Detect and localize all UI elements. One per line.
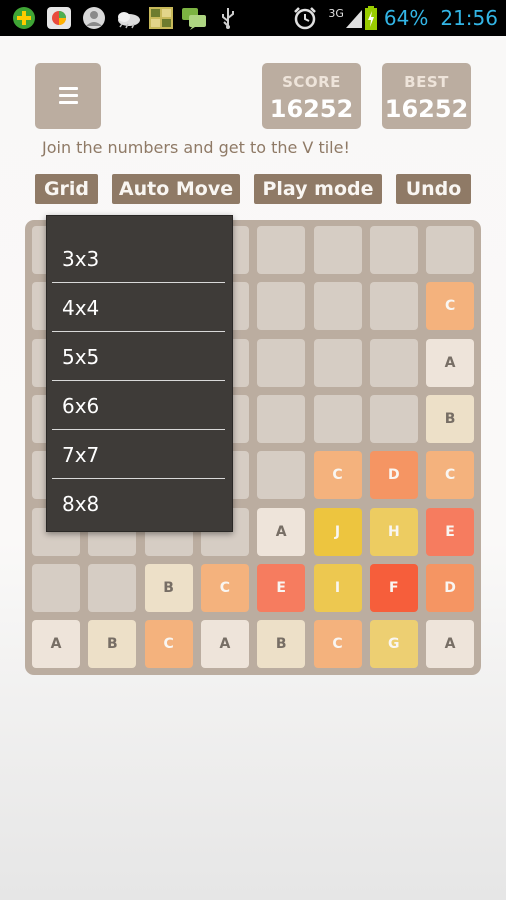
tile-i: I bbox=[313, 563, 362, 612]
empty-cell bbox=[369, 226, 418, 274]
best-box: BEST 16252 bbox=[382, 63, 471, 129]
contacts-icon bbox=[83, 7, 105, 29]
network-type: 3G bbox=[328, 6, 344, 20]
gallery-icon bbox=[149, 7, 173, 29]
clock-time: 21:56 bbox=[440, 6, 498, 30]
tile-h: H bbox=[369, 507, 418, 556]
grid-option-7x7[interactable]: 7x7 bbox=[52, 431, 225, 479]
tile-a: A bbox=[32, 620, 80, 669]
tile-g: G bbox=[369, 620, 418, 669]
empty-cell bbox=[313, 338, 362, 387]
tile-c: C bbox=[144, 620, 193, 669]
tile-c: C bbox=[200, 563, 249, 612]
signal-strength-icon bbox=[345, 10, 362, 28]
empty-cell bbox=[369, 282, 418, 331]
auto-move-button[interactable]: Auto Move bbox=[112, 174, 240, 204]
usb-icon bbox=[222, 8, 234, 29]
empty-cell bbox=[257, 394, 306, 443]
tile-a: A bbox=[426, 338, 475, 387]
empty-cell bbox=[426, 226, 475, 274]
score-label: SCORE bbox=[282, 73, 341, 91]
grid-option-4x4[interactable]: 4x4 bbox=[52, 284, 225, 332]
battery-percent: 64% bbox=[383, 6, 429, 30]
app-store-icon bbox=[47, 7, 71, 29]
best-label: BEST bbox=[404, 73, 449, 91]
menu-button[interactable] bbox=[35, 63, 101, 129]
tile-a: A bbox=[200, 620, 249, 669]
status-right: 3G 64% 21:56 bbox=[292, 3, 498, 33]
chat-icon bbox=[182, 8, 206, 30]
empty-cell bbox=[88, 563, 137, 612]
alarm-clock-icon bbox=[294, 7, 317, 30]
grid-button[interactable]: Grid bbox=[35, 174, 98, 204]
empty-cell bbox=[369, 394, 418, 443]
empty-cell bbox=[313, 226, 362, 274]
tile-b: B bbox=[257, 620, 306, 669]
grid-size-menu: 3x3 4x4 5x5 6x6 7x7 8x8 bbox=[46, 215, 233, 532]
grid-option-3x3[interactable]: 3x3 bbox=[52, 235, 225, 283]
grid-option-6x6[interactable]: 6x6 bbox=[52, 382, 225, 430]
play-mode-button[interactable]: Play mode bbox=[254, 174, 382, 204]
weather-icon bbox=[118, 12, 140, 29]
tile-c: C bbox=[426, 282, 475, 331]
tile-c: C bbox=[313, 451, 362, 500]
tile-d: D bbox=[369, 451, 418, 500]
tile-j: J bbox=[313, 507, 362, 556]
tile-b: B bbox=[144, 563, 193, 612]
score-box: SCORE 16252 bbox=[262, 63, 361, 129]
tile-a: A bbox=[257, 507, 306, 556]
score-value: 16252 bbox=[269, 95, 354, 123]
tile-c: C bbox=[426, 451, 475, 500]
empty-cell bbox=[257, 282, 306, 331]
tile-e: E bbox=[426, 507, 475, 556]
empty-cell bbox=[257, 226, 306, 274]
empty-cell bbox=[369, 338, 418, 387]
status-bar: 3G 64% 21:56 bbox=[0, 0, 506, 36]
grid-option-5x5[interactable]: 5x5 bbox=[52, 333, 225, 381]
empty-cell bbox=[313, 282, 362, 331]
tile-c: C bbox=[313, 620, 362, 669]
empty-cell bbox=[313, 394, 362, 443]
undo-button[interactable]: Undo bbox=[396, 174, 471, 204]
tagline: Join the numbers and get to the V tile! bbox=[42, 138, 350, 157]
empty-cell bbox=[32, 563, 80, 612]
grid-option-8x8[interactable]: 8x8 bbox=[52, 480, 225, 528]
battery-charging-icon bbox=[364, 6, 377, 30]
empty-cell bbox=[257, 451, 306, 500]
tile-e: E bbox=[257, 563, 306, 612]
best-value: 16252 bbox=[384, 95, 469, 123]
plus-circle-icon bbox=[13, 7, 35, 29]
empty-cell bbox=[257, 338, 306, 387]
tile-d: D bbox=[426, 563, 475, 612]
tile-b: B bbox=[426, 394, 475, 443]
tile-b: B bbox=[88, 620, 137, 669]
tile-f: F bbox=[369, 563, 418, 612]
tile-a: A bbox=[426, 620, 475, 669]
